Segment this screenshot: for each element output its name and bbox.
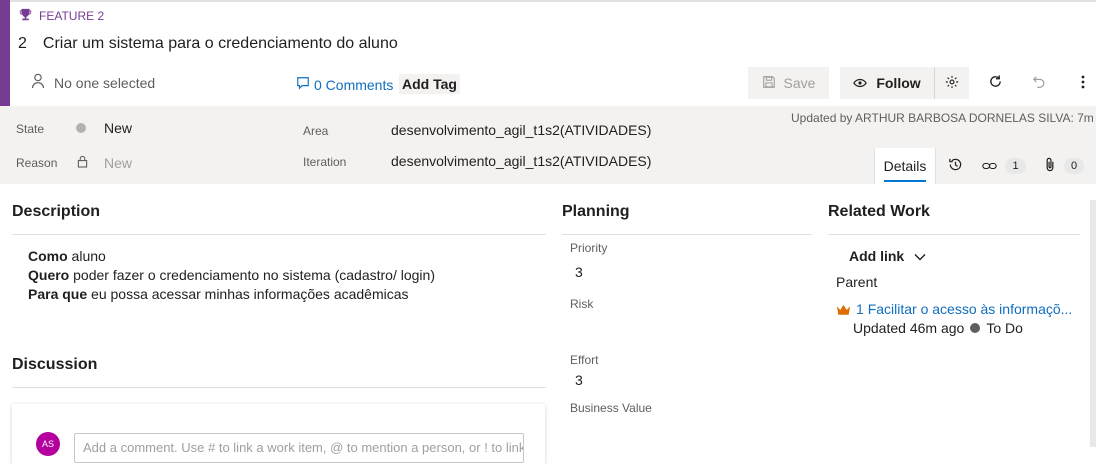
- scrollbar[interactable]: [1090, 200, 1096, 447]
- updated-by-link[interactable]: Updated by ARTHUR BARBOSA DORNELAS SILVA…: [791, 111, 1096, 125]
- parent-title: Facilitar o acesso às informaçõ...: [867, 301, 1073, 317]
- iteration-label: Iteration: [303, 155, 347, 169]
- work-item-type-label: FEATURE 2: [39, 9, 105, 23]
- description-divider: [12, 234, 546, 235]
- lock-icon: [77, 155, 88, 171]
- effort-label: Effort: [570, 353, 599, 367]
- state-label: State: [16, 122, 45, 136]
- planning-divider: [562, 234, 812, 235]
- crown-icon: [836, 303, 851, 319]
- description-keyword: Quero: [28, 267, 70, 283]
- tab-attachments[interactable]: 0: [1036, 148, 1092, 184]
- tab-links[interactable]: 1: [976, 148, 1032, 184]
- person-icon: [31, 73, 45, 92]
- eye-icon: [853, 75, 868, 91]
- parent-label: Parent: [836, 274, 878, 290]
- parent-updated: Updated 46m ago: [853, 320, 965, 336]
- save-button[interactable]: Save: [748, 67, 829, 99]
- business-value-label: Business Value: [570, 401, 652, 415]
- description-title: Description: [12, 203, 101, 220]
- work-item-accent-bar: [0, 0, 10, 106]
- save-icon: [762, 75, 776, 92]
- description-line[interactable]: Como aluno: [28, 248, 106, 264]
- description-text: poder fazer o credenciamento no sistema …: [69, 267, 435, 283]
- attachments-count-badge: 0: [1063, 158, 1085, 174]
- area-field[interactable]: desenvolvimento_agil_t1s2(ATIVIDADES): [391, 122, 651, 138]
- description-text: eu possa acessar minhas informações acad…: [87, 286, 409, 302]
- work-item-id: 2: [18, 35, 27, 52]
- tab-history[interactable]: [936, 148, 974, 184]
- priority-label: Priority: [570, 241, 608, 255]
- title-row: 2 Criar um sistema para o credenciamento…: [18, 35, 398, 53]
- tab-details-label: Details: [883, 158, 927, 182]
- discussion-divider: [12, 387, 546, 388]
- iteration-field[interactable]: desenvolvimento_agil_t1s2(ATIVIDADES): [391, 153, 651, 169]
- undo-icon: [1032, 75, 1046, 92]
- paperclip-icon: [1044, 157, 1056, 175]
- area-label: Area: [303, 124, 329, 138]
- risk-label: Risk: [570, 297, 594, 311]
- comments-count: 0 Comments: [314, 76, 394, 93]
- assignee-label: No one selected: [54, 74, 156, 91]
- follow-settings-button[interactable]: [934, 67, 969, 99]
- gear-icon: [945, 75, 959, 92]
- parent-work-item-link[interactable]: 1 Facilitar o acesso às informaçõ...: [856, 301, 1072, 317]
- assignee-picker[interactable]: No one selected: [31, 73, 155, 92]
- description-line[interactable]: Quero poder fazer o credenciamento no si…: [28, 267, 435, 283]
- parent-id: 1: [856, 301, 864, 317]
- state-field[interactable]: New: [104, 120, 132, 136]
- avatar: AS: [36, 432, 60, 456]
- work-item-title[interactable]: Criar um sistema para o credenciamento d…: [43, 35, 398, 53]
- reason-label: Reason: [16, 156, 58, 170]
- add-link-button[interactable]: Add link: [849, 248, 926, 264]
- priority-field[interactable]: 3: [575, 264, 583, 280]
- state-dot-icon: [970, 323, 981, 333]
- more-vertical-icon: [1081, 75, 1085, 92]
- top-border: [10, 0, 1096, 2]
- more-actions-button[interactable]: [1068, 67, 1096, 99]
- parent-meta: Updated 46m ago To Do: [853, 320, 1023, 336]
- state-dot-icon: [76, 123, 86, 133]
- comment-icon: [296, 76, 310, 93]
- related-work-divider: [828, 234, 1080, 235]
- parent-state: To Do: [986, 320, 1023, 336]
- reason-field: New: [104, 155, 133, 171]
- chevron-down-icon: [914, 248, 926, 264]
- add-tag-button[interactable]: Add Tag: [399, 74, 460, 94]
- tab-details[interactable]: Details: [874, 148, 936, 184]
- description-line[interactable]: Para que eu possa acessar minhas informa…: [28, 286, 409, 302]
- description-text: aluno: [67, 248, 106, 264]
- undo-button[interactable]: [1024, 67, 1054, 99]
- trophy-icon: [19, 8, 32, 24]
- refresh-icon: [988, 74, 1003, 92]
- refresh-button[interactable]: [980, 67, 1010, 99]
- description-keyword: Para que: [28, 286, 88, 302]
- history-icon: [948, 157, 963, 175]
- add-link-label: Add link: [849, 248, 905, 264]
- planning-title: Planning: [562, 203, 630, 220]
- follow-label: Follow: [876, 75, 921, 91]
- discussion-title: Discussion: [12, 356, 98, 373]
- description-keyword: Como: [28, 248, 68, 264]
- link-icon: [982, 158, 998, 174]
- work-item-type: FEATURE 2: [19, 8, 104, 24]
- comment-input[interactable]: Add a comment. Use # to link a work item…: [74, 433, 524, 463]
- follow-button[interactable]: Follow: [840, 67, 934, 99]
- effort-field[interactable]: 3: [575, 372, 583, 388]
- links-count-badge: 1: [1005, 158, 1026, 174]
- related-work-title: Related Work: [828, 203, 930, 220]
- save-label: Save: [783, 75, 816, 91]
- comments-link[interactable]: 0 Comments: [296, 76, 393, 93]
